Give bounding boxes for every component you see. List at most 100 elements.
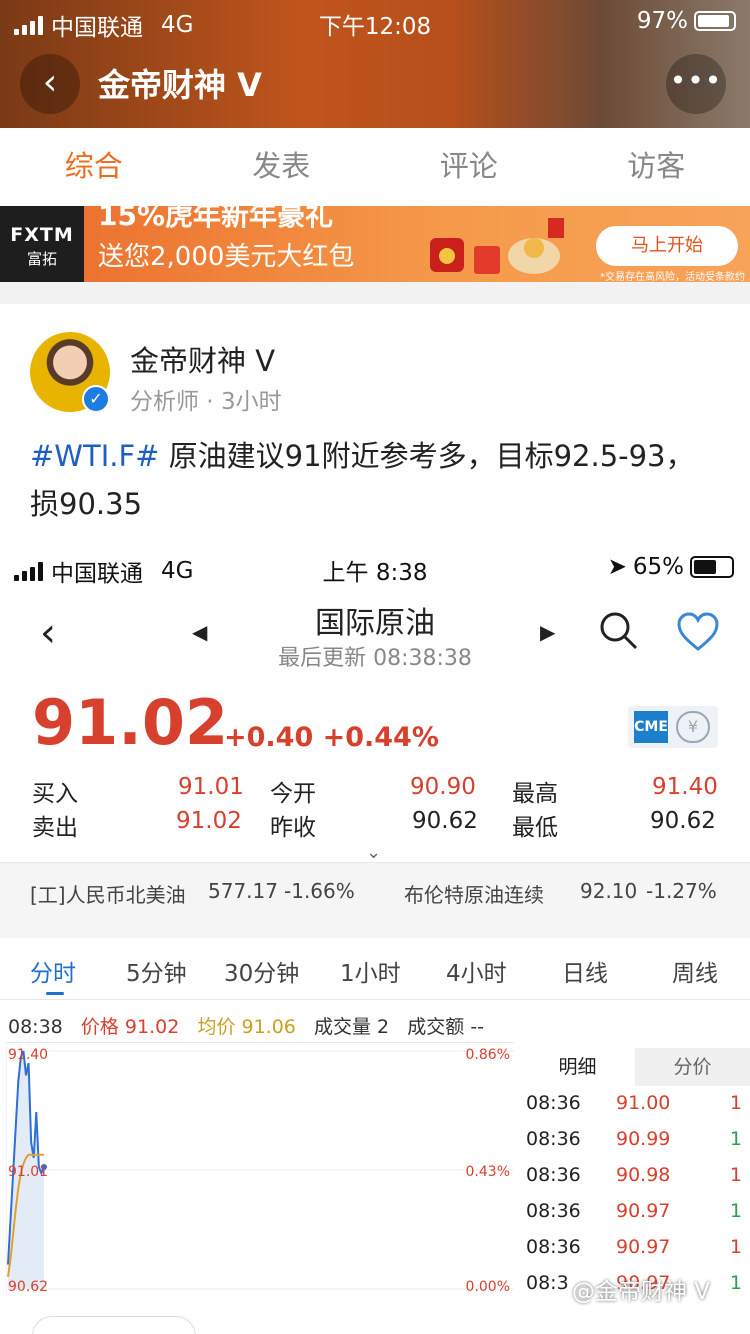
footer-button[interactable]	[32, 1316, 196, 1334]
y-tick-label-right: 0.00%	[466, 1279, 510, 1295]
post-hashtag[interactable]: #WTI.F#	[30, 439, 159, 473]
banner-start-button[interactable]: 马上开始	[596, 226, 738, 266]
next-symbol-icon[interactable]: ▶	[540, 620, 555, 644]
ad-banner[interactable]: FXTM 富拓 15%虎年新年豪礼 送您2,000美元大红包 马上开始 *交易存…	[0, 206, 750, 282]
image-status-bar: 中国联通 4G 上午 8:38 ➤ 65%	[0, 546, 750, 590]
trade-volume: 1	[729, 1200, 742, 1222]
post-time: 3小时	[220, 389, 282, 415]
trade-price: 91.00	[616, 1092, 671, 1114]
crosshair-info: 08:38 价格 91.02 均价 91.06 成交量 2 成交额 --	[8, 1012, 484, 1039]
trade-time: 08:3	[526, 1272, 569, 1294]
intraday-chart-svg: 91.40 91.01 90.62 0.86% 0.43% 0.00%	[5, 1043, 514, 1297]
tab-intraday[interactable]: 分时	[30, 954, 76, 988]
post-meta: 分析师 · 3小时	[130, 389, 282, 415]
fxtm-logo: FXTM 富拓	[0, 206, 84, 282]
table-row: 08:36 91.00 1	[520, 1086, 750, 1122]
intraday-chart[interactable]: 91.40 91.01 90.62 0.86% 0.43% 0.00%	[5, 1042, 514, 1297]
more-icon[interactable]: •••	[666, 54, 726, 114]
cme-icon: CME	[634, 711, 668, 743]
battery-icon	[694, 11, 736, 31]
trade-price: 90.97	[616, 1200, 671, 1222]
back-arrow-icon[interactable]: ‹	[20, 54, 80, 114]
currency-icon: ¥	[676, 711, 710, 743]
related-item-change: -1.66%	[284, 879, 355, 903]
trade-price: 90.98	[616, 1164, 671, 1186]
related-item-name[interactable]: [工]人民币北美油	[30, 879, 186, 908]
trade-time: 08:36	[526, 1164, 581, 1186]
info-turnover: 成交额 --	[407, 1016, 485, 1038]
period-tabs: 分时 5分钟 30分钟 1小时 4小时 日线 周线	[0, 938, 750, 1000]
post-image[interactable]: 中国联通 4G 上午 8:38 ➤ 65% ‹ ◀ 国际原油 最后更新 08:3…	[0, 546, 750, 1306]
trade-list: 08:36 91.00 1 08:36 90.99 1 08:36 90.98 1 08:36 90…	[520, 1086, 750, 1302]
exchange-badge: CME ¥	[628, 706, 718, 748]
trade-time: 08:36	[526, 1128, 581, 1150]
post-text: #WTI.F# 原油建议91附近参考多，目标92.5-93，损90.35	[30, 432, 720, 528]
post-role: 分析师	[130, 389, 199, 415]
trade-volume: 1	[729, 1128, 742, 1150]
battery-icon	[690, 556, 734, 578]
low-label: 最低	[512, 815, 558, 841]
trade-volume: 1	[729, 1164, 742, 1186]
status-bar: 中国联通 4G 下午12:08 97%	[0, 0, 750, 42]
prev-value: 90.62	[412, 808, 478, 834]
related-quotes: [工]人民币北美油 577.17 -1.66% 布伦特原油连续 92.10 -1…	[0, 862, 750, 920]
y-tick-label-left: 91.40	[8, 1047, 48, 1063]
tab-visitors[interactable]: 访客	[563, 128, 750, 206]
table-row: 08:36 90.99 1	[520, 1122, 750, 1158]
trade-time: 08:36	[526, 1236, 581, 1258]
search-icon[interactable]	[598, 610, 638, 650]
expand-chevron-icon[interactable]: ⌄	[366, 842, 381, 863]
screen: 中国联通 4G 下午12:08 97% ‹ 金帝财神 V ••• 综合 发表 评…	[0, 0, 750, 1334]
table-row: 08:36 90.97 1	[520, 1194, 750, 1230]
heart-icon[interactable]	[676, 612, 720, 652]
divider	[0, 920, 750, 938]
verified-icon: ✓	[82, 385, 110, 413]
y-tick-label-left: 91.01	[8, 1164, 48, 1180]
prev-label: 昨收	[270, 815, 316, 841]
trade-detail-panel: 明细 分价 08:36 91.00 1 08:36 90.99 1 08:36 90.98 1 0…	[520, 1048, 750, 1306]
tab-detail[interactable]: 明细	[520, 1048, 635, 1086]
info-price: 价格 91.02	[80, 1016, 180, 1038]
last-price: 91.02	[32, 686, 229, 759]
table-row: 08:36 90.98 1	[520, 1158, 750, 1194]
table-row: 08:36 90.97 1	[520, 1230, 750, 1266]
trade-price: 90.99	[616, 1128, 671, 1150]
watermark: @金帝财神 V	[572, 1279, 711, 1305]
price-change: +0.40 +0.44%	[224, 722, 439, 753]
banner-disclaimer: *交易存在高风险，活动受条款约束	[600, 272, 745, 282]
gift-illustration	[430, 218, 564, 274]
tab-price-distribution[interactable]: 分价	[635, 1048, 750, 1086]
trade-volume: 1	[729, 1092, 742, 1114]
tab-weekly[interactable]: 周线	[672, 954, 718, 988]
trade-time: 08:36	[526, 1092, 581, 1114]
tab-5min[interactable]: 5分钟	[126, 954, 187, 988]
location-icon: ➤	[607, 554, 627, 580]
trade-volume: 1	[729, 1236, 742, 1258]
page-title: 金帝财神 V	[98, 66, 262, 104]
y-tick-label-right: 0.86%	[466, 1047, 510, 1063]
tab-1hour[interactable]: 1小时	[340, 954, 401, 988]
related-item-change: -1.27%	[646, 879, 717, 903]
tab-30min[interactable]: 30分钟	[224, 954, 299, 988]
related-item-price: 577.17	[208, 879, 278, 903]
trade-volume: 1	[729, 1272, 742, 1294]
post-author[interactable]: 金帝财神 V	[130, 338, 275, 380]
tab-comments[interactable]: 评论	[375, 128, 563, 206]
high-label: 最高	[512, 781, 558, 807]
divider	[0, 282, 750, 304]
related-item-name[interactable]: 布伦特原油连续	[404, 879, 544, 908]
open-value: 90.90	[410, 774, 476, 800]
buy-label: 买入	[32, 781, 78, 807]
high-value: 91.40	[652, 774, 718, 800]
profile-header: 中国联通 4G 下午12:08 97% ‹ 金帝财神 V •••	[0, 0, 750, 128]
footer-bar	[0, 1306, 750, 1334]
tab-daily[interactable]: 日线	[562, 954, 608, 988]
y-tick-label-left: 90.62	[8, 1279, 48, 1295]
tab-4hour[interactable]: 4小时	[446, 954, 507, 988]
tab-posts[interactable]: 发表	[188, 128, 376, 206]
y-tick-label-right: 0.43%	[466, 1164, 510, 1180]
info-time: 08:38	[8, 1016, 63, 1038]
sell-value: 91.02	[176, 808, 242, 834]
profile-tabs: 综合 发表 评论 访客	[0, 128, 750, 206]
tab-general[interactable]: 综合	[0, 128, 188, 206]
